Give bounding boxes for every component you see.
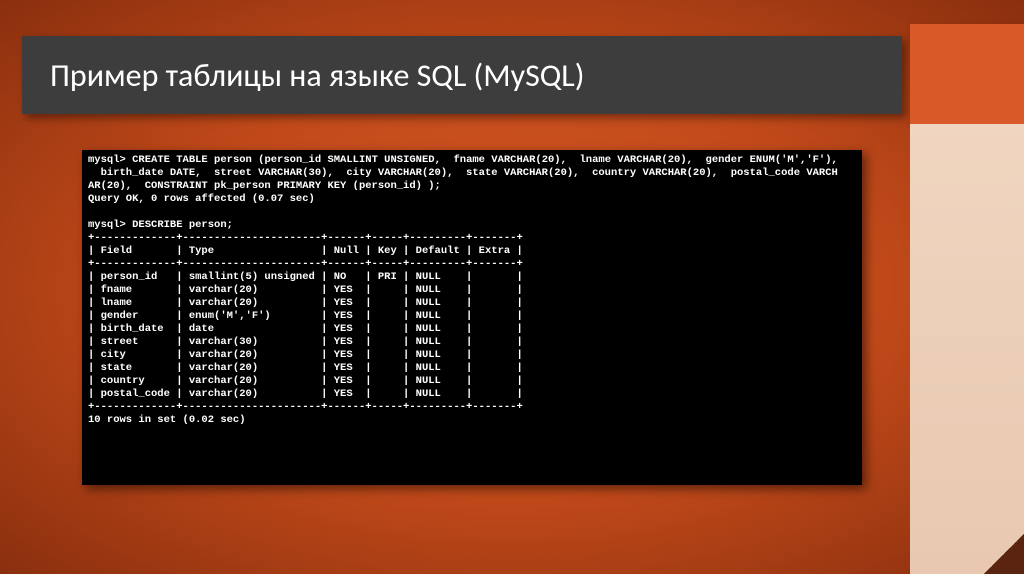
terminal-line: 10 rows in set (0.02 sec) (88, 414, 246, 426)
right-sidebar-region (910, 124, 1024, 574)
terminal-line: mysql> CREATE TABLE person (person_id SM… (88, 154, 838, 166)
terminal-line: birth_date DATE, street VARCHAR(30), cit… (88, 167, 838, 179)
terminal-line: Query OK, 0 rows affected (0.07 sec) (88, 193, 315, 205)
terminal-line: AR(20), CONSTRAINT pk_person PRIMARY KEY… (88, 180, 441, 192)
table-row: | fname | varchar(20) | YES | | NULL | | (88, 284, 523, 296)
table-header: | Field | Type | Null | Key | Default | … (88, 245, 523, 257)
table-row: | postal_code | varchar(20) | YES | | NU… (88, 388, 523, 400)
terminal-line: mysql> DESCRIBE person; (88, 219, 233, 231)
table-row: | street | varchar(30) | YES | | NULL | … (88, 336, 523, 348)
slide-header-bar: Пример таблицы на языке SQL (MySQL) (22, 36, 902, 114)
table-row: | state | varchar(20) | YES | | NULL | | (88, 362, 523, 374)
slide-title: Пример таблицы на языке SQL (MySQL) (50, 56, 584, 95)
header-accent-block (910, 24, 1024, 124)
table-row: | lname | varchar(20) | YES | | NULL | | (88, 297, 523, 309)
mysql-terminal: mysql> CREATE TABLE person (person_id SM… (82, 150, 862, 485)
table-row: | gender | enum('M','F') | YES | | NULL … (88, 310, 523, 322)
table-border: +-------------+----------------------+--… (88, 232, 523, 244)
table-border: +-------------+----------------------+--… (88, 401, 523, 413)
table-border: +-------------+----------------------+--… (88, 258, 523, 270)
table-row: | city | varchar(20) | YES | | NULL | | (88, 349, 523, 361)
table-row: | birth_date | date | YES | | NULL | | (88, 323, 523, 335)
table-row: | country | varchar(20) | YES | | NULL |… (88, 375, 523, 387)
table-row: | person_id | smallint(5) unsigned | NO … (88, 271, 523, 283)
corner-fold-decoration (984, 534, 1024, 574)
